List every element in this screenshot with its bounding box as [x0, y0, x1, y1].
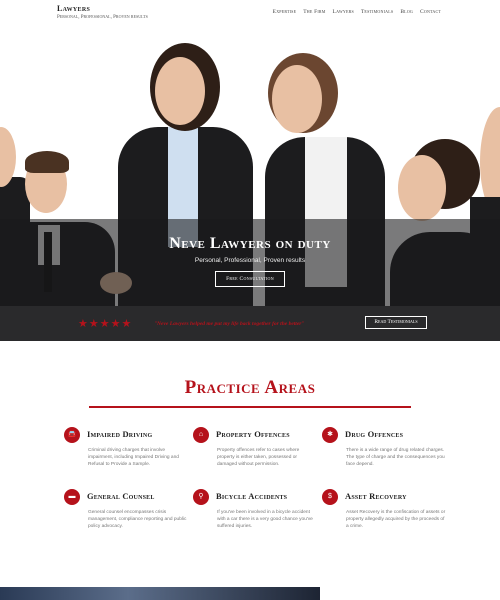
nav-item-lawyers[interactable]: Lawyers: [333, 9, 354, 15]
section-image: [0, 587, 320, 600]
cannabis-icon: ✱: [322, 427, 338, 443]
service-description: If you've been involved in a bicycle acc…: [217, 510, 313, 529]
free-consultation-button[interactable]: Free Consultation: [215, 271, 285, 287]
brand-logo[interactable]: Lawyers Personal, Professional, Proven r…: [57, 4, 148, 20]
nav-item-contact[interactable]: Contact: [420, 9, 441, 15]
home-icon: ⌂: [193, 427, 209, 443]
service-description: There is a wide range of drug related ch…: [346, 448, 445, 467]
service-title[interactable]: General Counsel: [87, 491, 155, 501]
practice-areas-title: Practice Areas: [184, 377, 316, 398]
car-icon: 🚘: [64, 427, 80, 443]
brand-name[interactable]: Lawyers: [57, 4, 148, 13]
service-description: Criminal driving charges that involve im…: [88, 448, 179, 467]
testimonial-quote: "Neve Lawyers helped me put my life back…: [154, 321, 305, 327]
testimonial-bar: ★★★★★ "Neve Lawyers helped me put my lif…: [0, 306, 500, 341]
service-title[interactable]: Asset Recovery: [345, 491, 407, 501]
bicycle-icon: ⚲: [193, 489, 209, 505]
practice-areas-divider: [89, 406, 411, 408]
nav-item-testimonials[interactable]: Testimonials: [361, 9, 393, 15]
brand-tagline: Personal, Professional, Proven results: [57, 15, 148, 20]
read-testimonials-button[interactable]: Read Testimonials: [365, 316, 427, 329]
nav-item-blog[interactable]: Blog: [400, 9, 413, 15]
rating-stars-icon: ★★★★★: [78, 318, 133, 330]
hero-section: Neve Lawyers on duty Personal, Professio…: [0, 27, 500, 341]
dollar-icon: $: [322, 489, 338, 505]
service-title[interactable]: Property Offences: [216, 429, 290, 439]
service-description: Property offences refer to cases where p…: [217, 448, 300, 467]
nav-item-expertise[interactable]: Expertise: [273, 9, 297, 15]
service-description: General counsel encompasses crisis manag…: [88, 510, 187, 529]
service-title[interactable]: Drug Offences: [345, 429, 403, 439]
briefcase-icon: ▬: [64, 489, 80, 505]
main-nav: Expertise The Firm Lawyers Testimonials …: [273, 9, 441, 15]
hero-title: Neve Lawyers on duty: [169, 235, 331, 252]
service-title[interactable]: Impaired Driving: [87, 429, 152, 439]
service-description: Asset Recovery is the confiscation of as…: [346, 510, 446, 529]
hero-subtitle: Personal, Professional, Proven results: [194, 257, 306, 264]
nav-item-the-firm[interactable]: The Firm: [303, 9, 325, 15]
service-title[interactable]: Bicycle Accidents: [216, 491, 287, 501]
site-header: Lawyers Personal, Professional, Proven r…: [0, 0, 500, 27]
